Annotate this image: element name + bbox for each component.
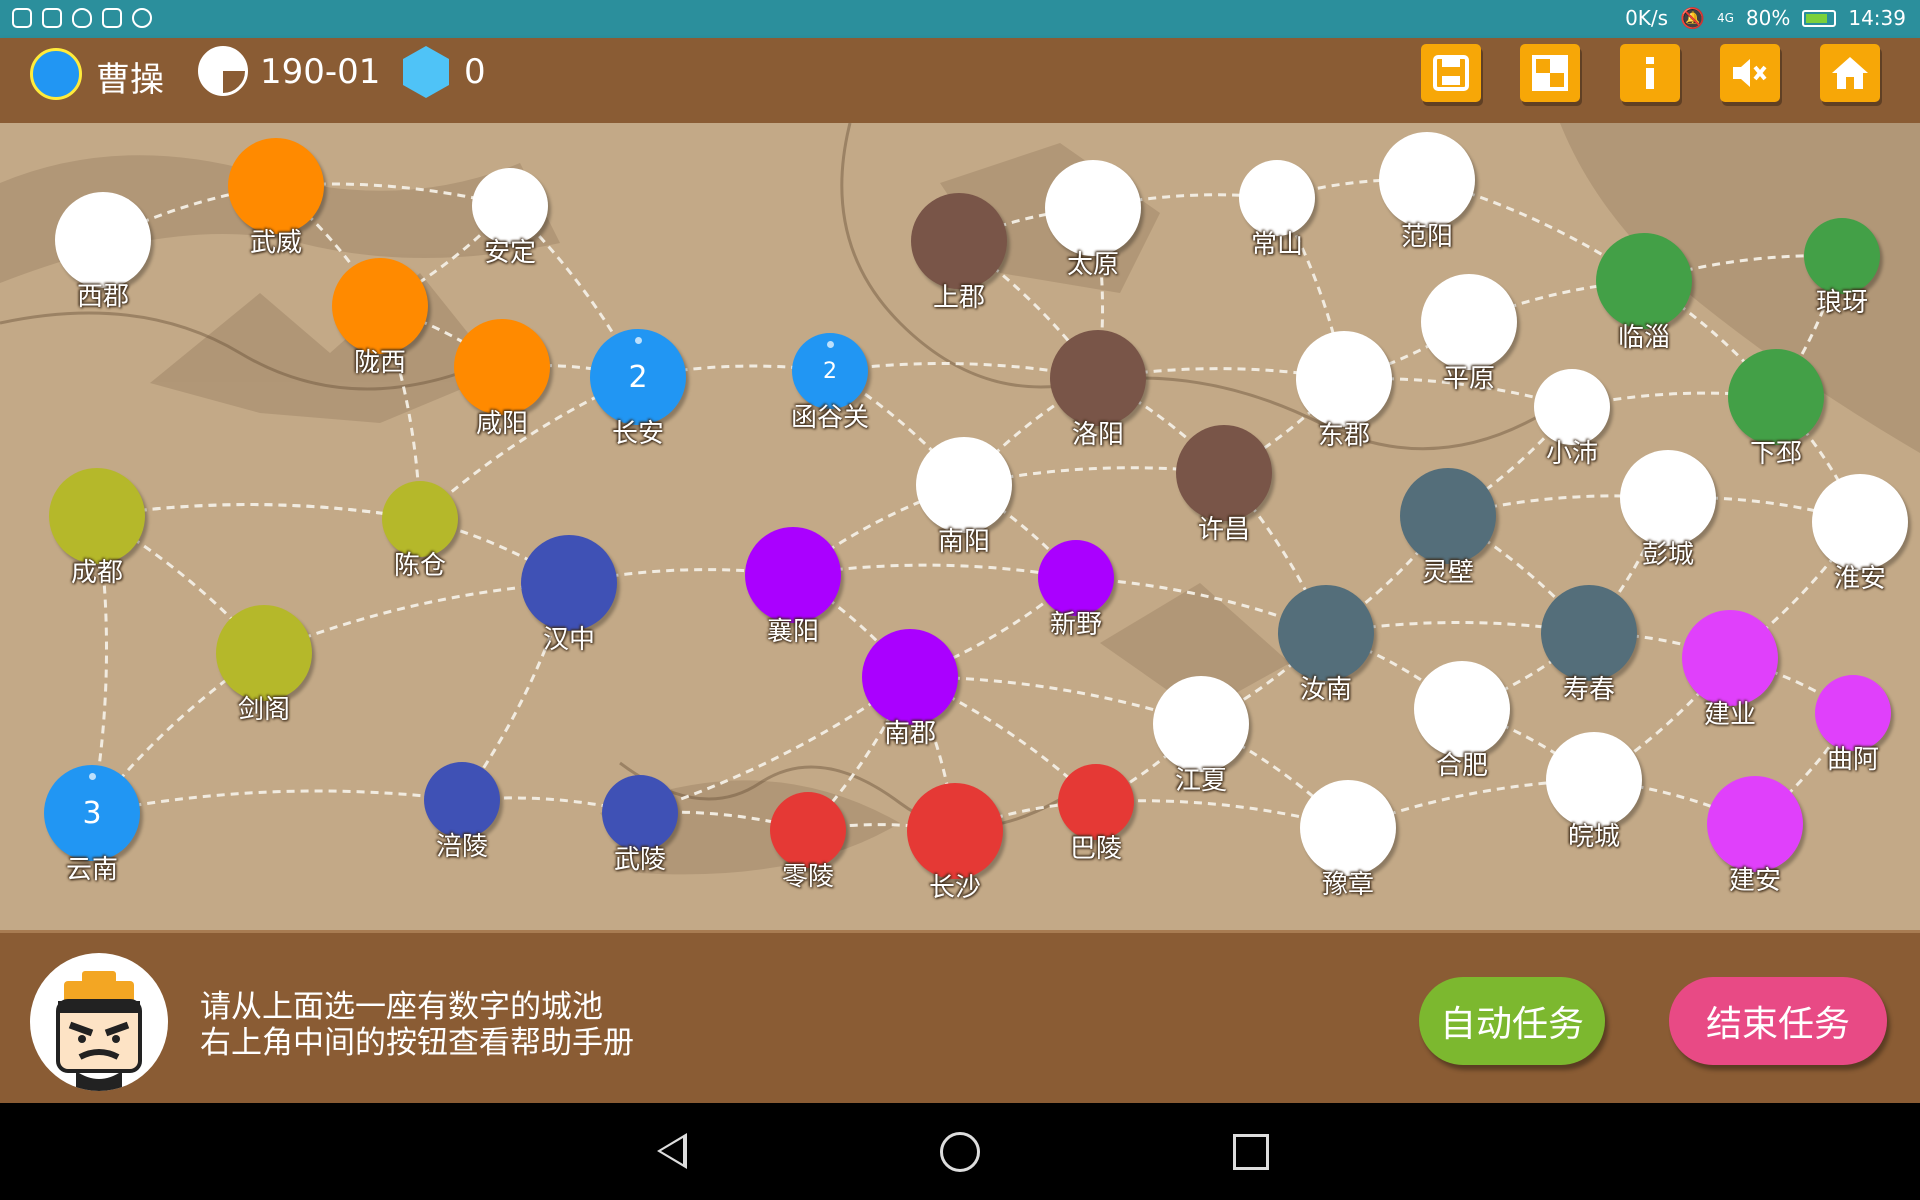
city-qua[interactable] — [1815, 675, 1891, 751]
city-jianan[interactable] — [1707, 776, 1803, 872]
status-right: 0K/s 🔕 4G 80% 14:39 — [1625, 6, 1906, 30]
mute-status-icon: 🔕 — [1680, 6, 1705, 30]
network-speed: 0K/s — [1625, 6, 1669, 30]
road-chengdu-chencang — [96, 503, 421, 521]
end-task-button[interactable]: 结束任务 — [1669, 977, 1887, 1065]
city-pingyuan[interactable] — [1421, 274, 1517, 370]
city-troop-count: 3 — [82, 795, 102, 831]
tools-icon — [42, 8, 62, 28]
city-hanzhong[interactable] — [521, 535, 617, 631]
qq-icon — [72, 8, 92, 28]
layout-button[interactable] — [1520, 44, 1580, 102]
network-type: 4G — [1716, 11, 1734, 25]
city-hanguguan[interactable]: 2 — [792, 333, 868, 409]
city-xiaopei[interactable] — [1534, 369, 1610, 445]
city-runan[interactable] — [1278, 585, 1374, 681]
city-marker-dot — [89, 773, 96, 780]
notification-icons — [12, 8, 152, 28]
mute-icon — [1733, 59, 1767, 87]
city-wuwei[interactable] — [228, 138, 324, 234]
city-anding[interactable] — [472, 168, 548, 244]
city-xuchang[interactable] — [1176, 425, 1272, 521]
battery-icon — [1802, 9, 1837, 27]
city-nanjun[interactable] — [862, 629, 958, 725]
clock: 14:39 — [1848, 6, 1906, 30]
calendar-pie-icon — [198, 46, 248, 96]
road-chengdu-chencang — [96, 503, 421, 521]
city-hefei[interactable] — [1414, 661, 1510, 757]
battery-percent: 80% — [1745, 6, 1791, 30]
general-face-icon — [56, 971, 142, 1091]
city-chencang[interactable] — [382, 481, 458, 557]
game-map[interactable]: 西郡 武威 安定 陇西 咸阳 2 长安 2 函谷关 上郡 太原 常山 范阳 平原 临淄 琅玡 洛阳 东郡 小沛 下邳成… — [0, 123, 1920, 930]
city-shangjun[interactable] — [911, 193, 1007, 289]
city-changan[interactable]: 2 — [590, 329, 686, 425]
city-linzi[interactable] — [1596, 233, 1692, 329]
city-changshan[interactable] — [1239, 160, 1315, 236]
city-dongjun[interactable] — [1296, 331, 1392, 427]
home-button[interactable] — [1820, 44, 1880, 102]
hint-line-2: 右上角中间的按钮查看帮助手册 — [200, 1025, 634, 1061]
info-icon — [1646, 57, 1654, 89]
city-longxi[interactable] — [332, 258, 428, 354]
top-bar: 曹操 190-01 0 — [0, 38, 1920, 123]
city-lingling[interactable] — [770, 792, 846, 868]
city-jiangxia[interactable] — [1153, 676, 1249, 772]
city-wuling[interactable] — [602, 775, 678, 851]
city-chengdu[interactable] — [49, 468, 145, 564]
recent-apps-icon[interactable] — [1233, 1134, 1269, 1170]
city-pengcheng[interactable] — [1620, 450, 1716, 546]
city-nanyang[interactable] — [916, 437, 1012, 533]
city-wancheng[interactable] — [1546, 732, 1642, 828]
back-icon[interactable] — [657, 1133, 687, 1169]
bottom-bar: 请从上面选一座有数字的城池 右上角中间的按钮查看帮助手册 自动任务 结束任务 — [0, 930, 1920, 1103]
home-icon — [1832, 57, 1868, 89]
app-store-icon — [132, 8, 152, 28]
city-changsha[interactable] — [907, 783, 1003, 879]
city-marker-dot — [827, 341, 834, 348]
status-bar: 0K/s 🔕 4G 80% 14:39 — [0, 0, 1920, 38]
sound-toggle-button[interactable] — [1720, 44, 1780, 102]
city-xiapi[interactable] — [1728, 349, 1824, 445]
save-button[interactable] — [1421, 44, 1481, 102]
city-xinye[interactable] — [1038, 540, 1114, 616]
player-color-badge — [30, 48, 82, 100]
city-yunnan[interactable]: 3 — [44, 765, 140, 861]
game-date: 190-01 — [260, 52, 381, 92]
city-troop-count: 2 — [823, 358, 837, 384]
city-xianyang[interactable] — [454, 319, 550, 415]
system-nav-bar — [0, 1103, 1920, 1200]
city-lingbi[interactable] — [1400, 468, 1496, 564]
city-fuling[interactable] — [424, 762, 500, 838]
city-yuzhang[interactable] — [1300, 780, 1396, 876]
shield-icon — [12, 8, 32, 28]
home-circle-icon[interactable] — [940, 1132, 980, 1172]
gem-count: 0 — [464, 52, 486, 92]
city-shouchun[interactable] — [1541, 585, 1637, 681]
auto-task-button[interactable]: 自动任务 — [1419, 977, 1605, 1065]
city-luoyang[interactable] — [1050, 330, 1146, 426]
city-jianye[interactable] — [1682, 610, 1778, 706]
help-info-button[interactable] — [1620, 44, 1680, 102]
road-yunnan-fuling — [91, 789, 463, 815]
city-baling[interactable] — [1058, 764, 1134, 840]
city-xijun[interactable] — [55, 192, 151, 288]
city-marker-dot — [635, 337, 642, 344]
city-fanyang[interactable] — [1379, 132, 1475, 228]
advisor-avatar — [30, 953, 168, 1091]
grid-icon — [1532, 55, 1568, 91]
city-langya[interactable] — [1804, 218, 1880, 294]
city-taiyuan[interactable] — [1045, 160, 1141, 256]
city-huaian[interactable] — [1812, 474, 1908, 570]
save-icon — [1433, 55, 1469, 91]
shield-check-icon — [102, 8, 122, 28]
player-name: 曹操 — [96, 60, 164, 100]
gem-icon — [403, 46, 449, 98]
city-troop-count: 2 — [628, 359, 648, 395]
city-jiange[interactable] — [216, 605, 312, 701]
city-xiangyang[interactable] — [745, 527, 841, 623]
